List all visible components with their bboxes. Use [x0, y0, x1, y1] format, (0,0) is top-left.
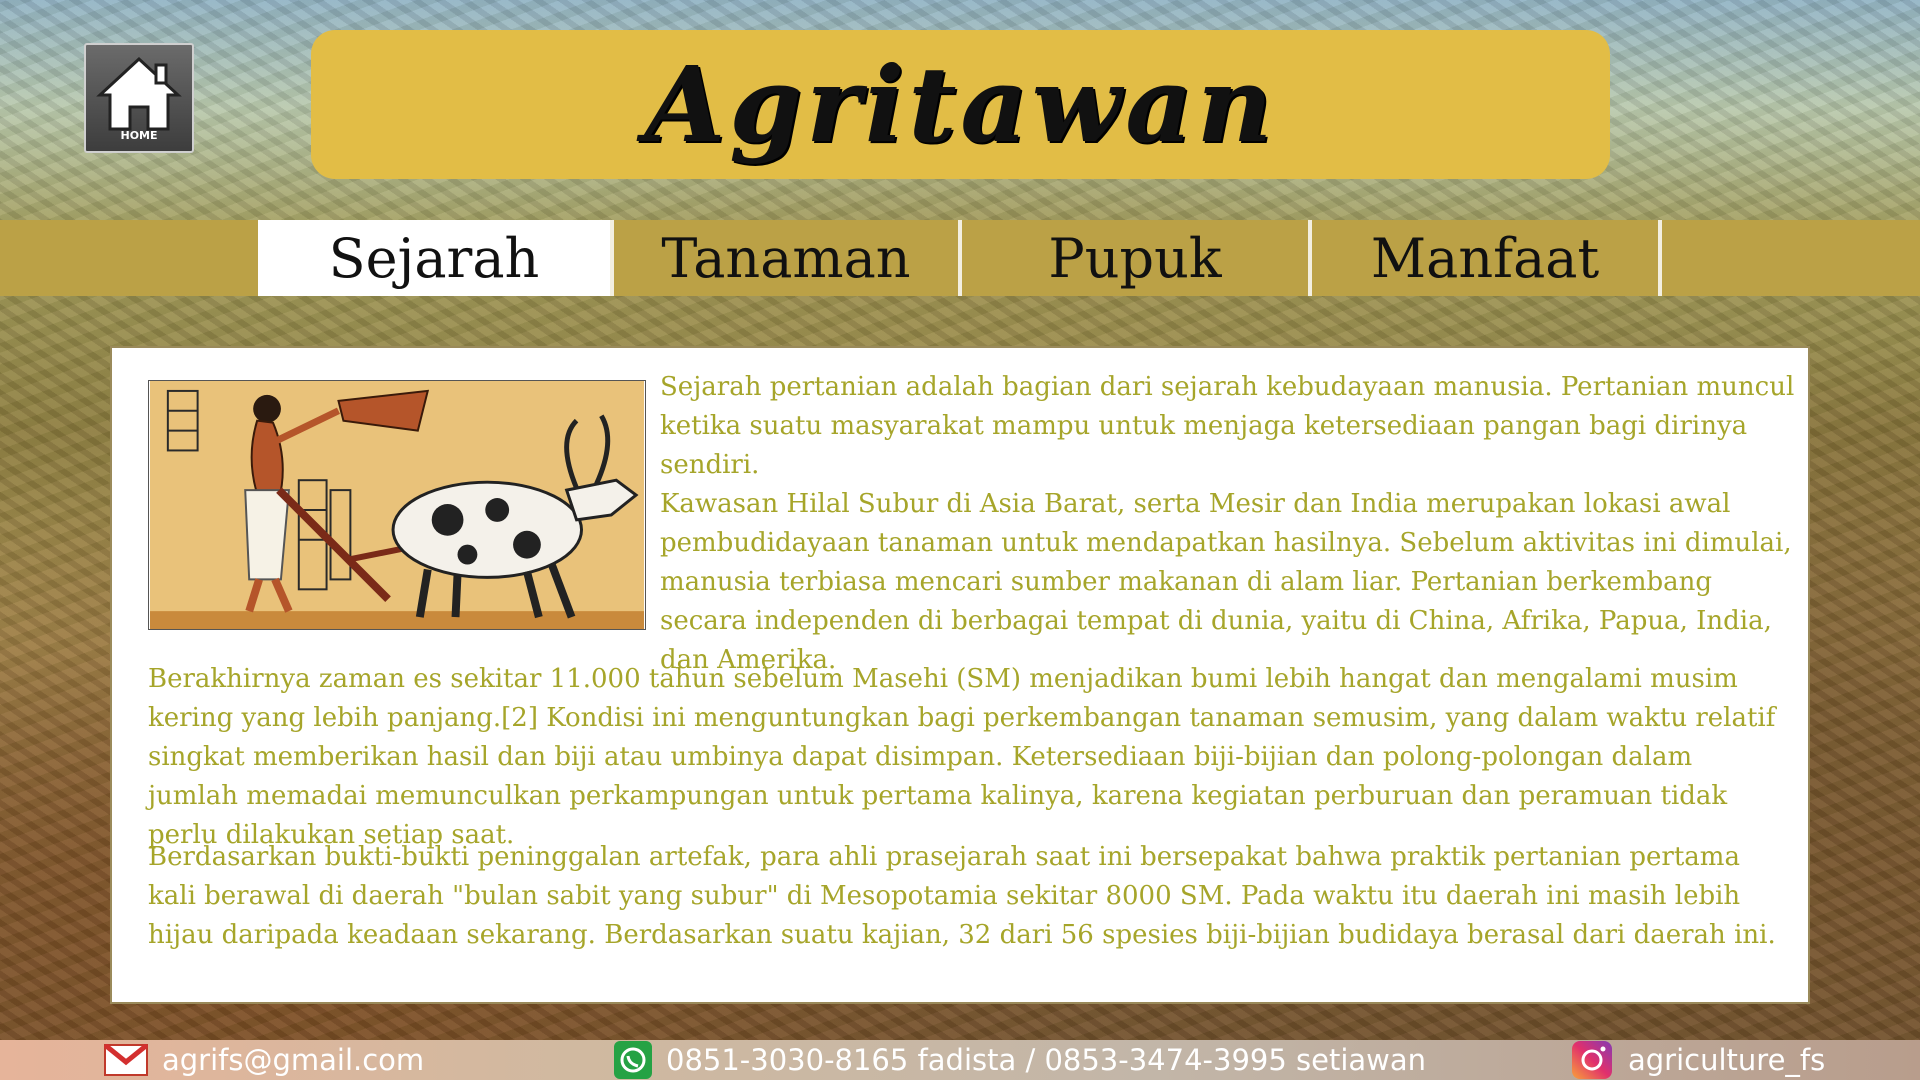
- content-panel: Sejarah pertanian adalah bagian dari sej…: [110, 346, 1810, 1004]
- title-banner: Agritawan: [311, 30, 1610, 179]
- paragraph-artefak: Berdasarkan bukti-bukti peninggalan arte…: [148, 842, 1776, 950]
- mail-icon: [104, 1044, 148, 1076]
- paragraph-hilal-subur: Kawasan Hilal Subur di Asia Barat, serta…: [660, 489, 1792, 675]
- footer-email[interactable]: agrifs@gmail.com: [104, 1040, 424, 1080]
- tab-pupuk[interactable]: Pupuk: [962, 220, 1312, 296]
- footer-phone[interactable]: 0851-3030-8165 fadista / 0853-3474-3995 …: [614, 1040, 1426, 1080]
- email-text: agrifs@gmail.com: [162, 1043, 425, 1077]
- egyptian-plowing-illustration: [148, 380, 646, 630]
- tab-manfaat[interactable]: Manfaat: [1312, 220, 1662, 296]
- paragraph-zaman-es: Berakhirnya zaman es sekitar 11.000 tahu…: [148, 664, 1776, 850]
- tab-tanaman[interactable]: Tanaman: [614, 220, 962, 296]
- phone-text: 0851-3030-8165 fadista / 0853-3474-3995 …: [666, 1043, 1427, 1077]
- page-title: Agritawan: [644, 43, 1277, 166]
- home-button[interactable]: HOME: [84, 43, 194, 153]
- paragraph-intro: Sejarah pertanian adalah bagian dari sej…: [660, 372, 1795, 480]
- instagram-text: agriculture_fs: [1628, 1043, 1826, 1077]
- whatsapp-icon: [614, 1041, 652, 1079]
- tab-sejarah[interactable]: Sejarah: [258, 220, 614, 296]
- home-label: HOME: [120, 128, 158, 142]
- instagram-icon: [1572, 1041, 1612, 1079]
- footer-instagram[interactable]: agriculture_fs: [1570, 1040, 1825, 1080]
- house-icon: [96, 56, 182, 130]
